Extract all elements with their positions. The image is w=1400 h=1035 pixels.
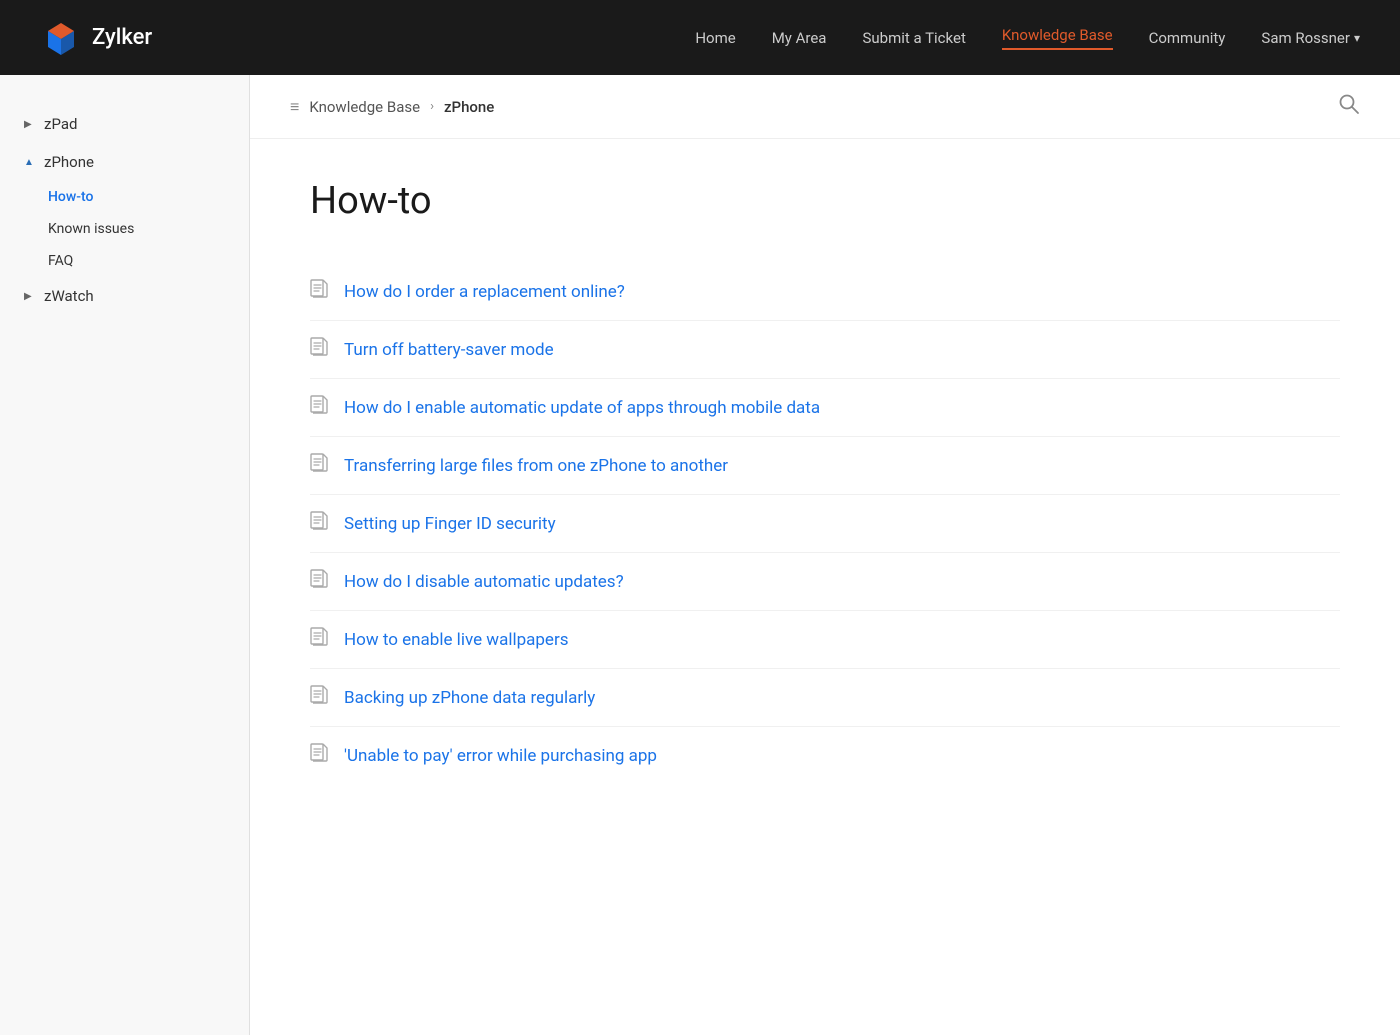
article-link[interactable]: How to enable live wallpapers: [344, 630, 569, 650]
article-list: How do I order a replacement online? Tur…: [310, 263, 1340, 784]
layout: ▶ zPad ▲ zPhone How-to Known issues FAQ …: [0, 75, 1400, 1035]
sidebar: ▶ zPad ▲ zPhone How-to Known issues FAQ …: [0, 75, 250, 1035]
sidebar-item-zphone[interactable]: ▲ zPhone: [0, 143, 249, 181]
nav-user-menu[interactable]: Sam Rossner: [1261, 29, 1360, 47]
breadcrumb-separator: ›: [430, 99, 434, 114]
article-link[interactable]: Transferring large files from one zPhone…: [344, 456, 728, 476]
article-item[interactable]: How do I enable automatic update of apps…: [310, 379, 1340, 437]
article-item[interactable]: Setting up Finger ID security: [310, 495, 1340, 553]
nav-my-area[interactable]: My Area: [772, 29, 827, 47]
logo-area: Zylker: [40, 17, 152, 59]
article-item[interactable]: How do I order a replacement online?: [310, 263, 1340, 321]
sidebar-subitem-faq[interactable]: FAQ: [0, 245, 249, 277]
document-icon: [310, 569, 328, 594]
breadcrumb-current: zPhone: [444, 98, 494, 116]
nav-home[interactable]: Home: [695, 29, 735, 47]
article-link[interactable]: Backing up zPhone data regularly: [344, 688, 595, 708]
article-link[interactable]: How do I enable automatic update of apps…: [344, 398, 820, 418]
article-item[interactable]: Transferring large files from one zPhone…: [310, 437, 1340, 495]
article-item[interactable]: 'Unable to pay' error while purchasing a…: [310, 727, 1340, 784]
article-link[interactable]: Setting up Finger ID security: [344, 514, 556, 534]
sidebar-label-zphone: zPhone: [44, 153, 94, 171]
article-item[interactable]: How to enable live wallpapers: [310, 611, 1340, 669]
chevron-right-icon-2: ▶: [24, 291, 36, 302]
content-area: How-to How do I order a replacement onli…: [250, 139, 1400, 824]
sidebar-item-zpad[interactable]: ▶ zPad: [0, 105, 249, 143]
header: Zylker Home My Area Submit a Ticket Know…: [0, 0, 1400, 75]
article-item[interactable]: Backing up zPhone data regularly: [310, 669, 1340, 727]
main-content: ≡ Knowledge Base › zPhone How-to: [250, 75, 1400, 1035]
search-icon[interactable]: [1338, 93, 1360, 120]
article-link[interactable]: How do I disable automatic updates?: [344, 572, 624, 592]
article-item[interactable]: How do I disable automatic updates?: [310, 553, 1340, 611]
main-nav: Home My Area Submit a Ticket Knowledge B…: [695, 26, 1360, 50]
nav-submit-ticket[interactable]: Submit a Ticket: [862, 29, 965, 47]
sidebar-label-zpad: zPad: [44, 115, 77, 133]
sidebar-subitem-known-issues[interactable]: Known issues: [0, 213, 249, 245]
article-link[interactable]: 'Unable to pay' error while purchasing a…: [344, 746, 657, 766]
document-icon: [310, 743, 328, 768]
document-icon: [310, 453, 328, 478]
page-title: How-to: [310, 179, 1340, 223]
document-icon: [310, 395, 328, 420]
document-icon: [310, 337, 328, 362]
article-link[interactable]: Turn off battery-saver mode: [344, 340, 554, 360]
breadcrumb-root[interactable]: Knowledge Base: [309, 98, 420, 116]
logo-text: Zylker: [92, 25, 152, 50]
chevron-down-icon: ▲: [24, 157, 36, 168]
sidebar-zphone-subitems: How-to Known issues FAQ: [0, 181, 249, 277]
sidebar-item-zwatch[interactable]: ▶ zWatch: [0, 277, 249, 315]
chevron-right-icon: ▶: [24, 119, 36, 130]
sidebar-label-zwatch: zWatch: [44, 287, 94, 305]
article-link[interactable]: How do I order a replacement online?: [344, 282, 625, 302]
menu-icon[interactable]: ≡: [290, 97, 299, 117]
article-item[interactable]: Turn off battery-saver mode: [310, 321, 1340, 379]
document-icon: [310, 685, 328, 710]
logo-icon: [40, 17, 82, 59]
nav-community[interactable]: Community: [1149, 29, 1226, 47]
document-icon: [310, 511, 328, 536]
document-icon: [310, 627, 328, 652]
document-icon: [310, 279, 328, 304]
breadcrumb: ≡ Knowledge Base › zPhone: [250, 75, 1400, 139]
nav-knowledge-base[interactable]: Knowledge Base: [1002, 26, 1113, 50]
sidebar-subitem-how-to[interactable]: How-to: [0, 181, 249, 213]
